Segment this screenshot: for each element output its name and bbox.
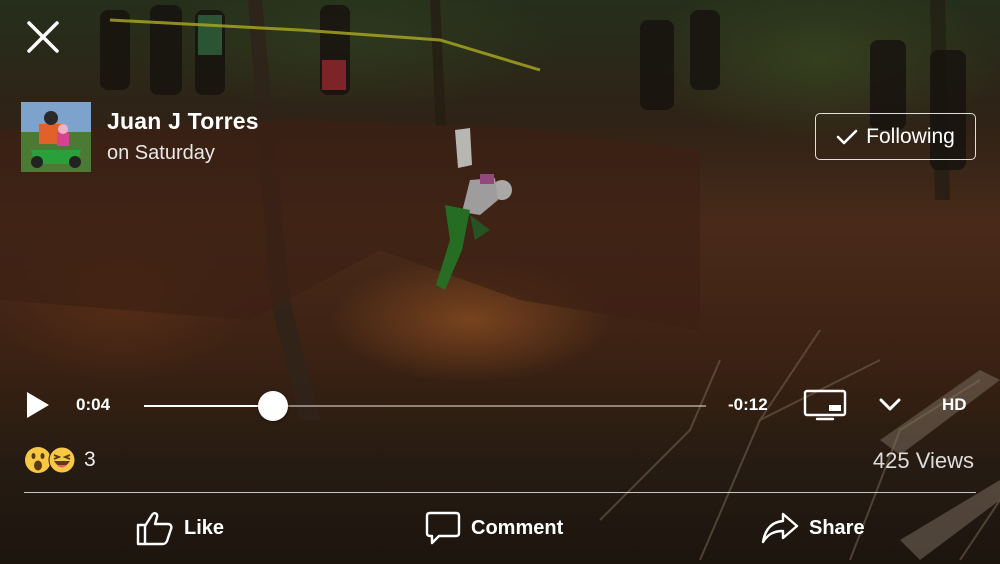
video-scrubber[interactable]	[144, 391, 706, 421]
scrubber-handle[interactable]	[258, 391, 289, 421]
comment-label: Comment	[471, 516, 564, 539]
reactions-summary[interactable]: 3	[24, 445, 96, 475]
close-icon	[27, 21, 59, 53]
cast-button[interactable]	[803, 389, 847, 421]
like-button[interactable]: Like	[136, 508, 224, 548]
avatar-photo	[21, 102, 91, 172]
play-icon	[27, 392, 49, 418]
like-label: Like	[184, 516, 225, 539]
video-frame[interactable]	[0, 0, 1000, 564]
checkmark-icon	[836, 129, 858, 144]
avatar[interactable]	[21, 102, 91, 172]
author-name[interactable]: Juan J Torres	[107, 108, 259, 135]
elapsed-time: 0:04	[76, 395, 111, 414]
remaining-time: -0:12	[728, 395, 768, 414]
post-timestamp: on Saturday	[107, 142, 215, 164]
chevron-down-icon	[879, 398, 901, 411]
divider	[24, 492, 976, 493]
close-button[interactable]	[26, 20, 60, 54]
following-label: Following	[866, 124, 955, 148]
hd-quality-button[interactable]: HD	[942, 395, 967, 415]
scrubber-progress	[144, 405, 274, 407]
share-button[interactable]: Share	[761, 508, 865, 548]
share-icon	[761, 512, 799, 544]
share-label: Share	[809, 516, 865, 539]
following-button[interactable]: Following	[815, 113, 976, 160]
haha-reaction-icon	[48, 446, 76, 474]
more-options-button[interactable]	[879, 397, 901, 413]
comment-icon	[425, 511, 461, 545]
reaction-count: 3	[84, 448, 96, 471]
play-button[interactable]	[26, 391, 50, 419]
cast-icon	[803, 389, 847, 421]
thumbs-up-icon	[136, 512, 173, 546]
comment-button[interactable]: Comment	[425, 508, 563, 548]
view-count: 425 Views	[872, 448, 974, 473]
